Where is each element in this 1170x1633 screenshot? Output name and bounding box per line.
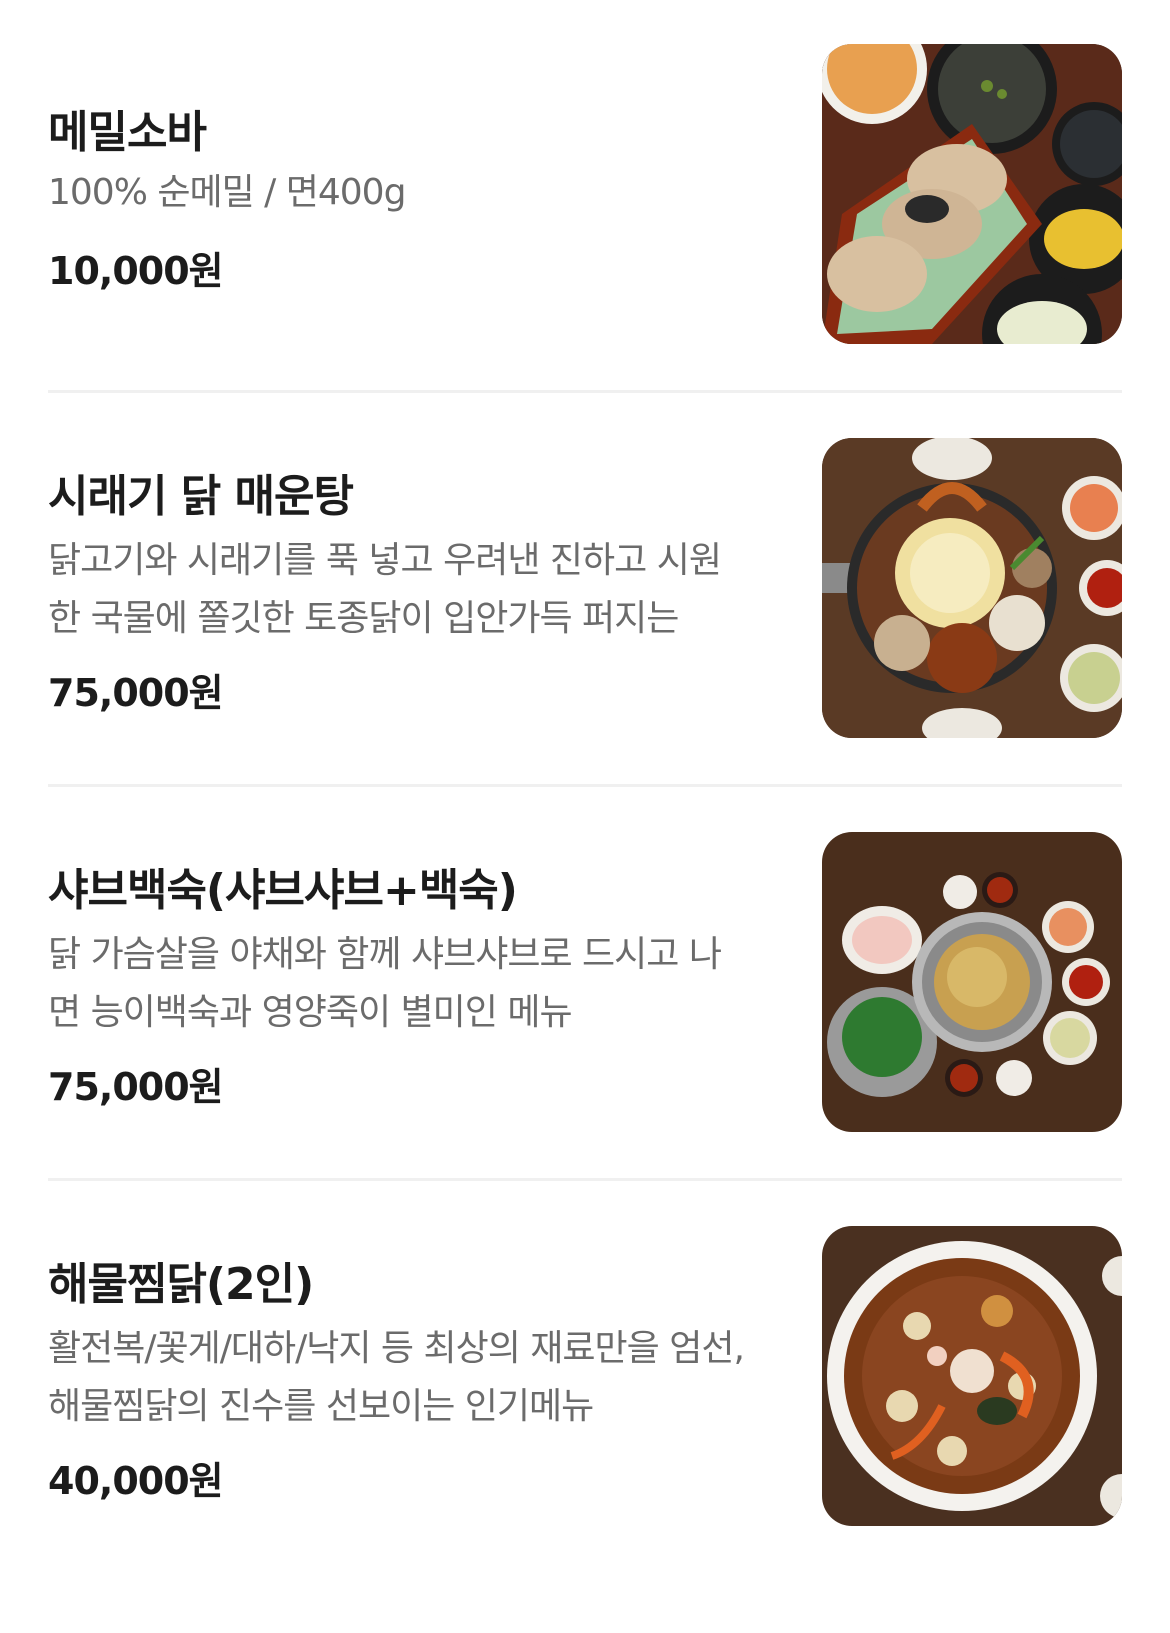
menu-item-price: 10,000원 bbox=[48, 249, 224, 293]
item-divider bbox=[48, 784, 1122, 787]
menu-item-shabu-baeksuk[interactable]: 샤브백숙(샤브샤브+백숙) 닭 가슴살을 야채와 함께 샤브샤브로 드시고 나면… bbox=[48, 832, 1122, 1232]
menu-item-price: 75,000원 bbox=[48, 671, 224, 715]
menu-item-description: 닭고기와 시래기를 푹 넣고 우려낸 진하고 시원한 국물에 쫄깃한 토종닭이 … bbox=[48, 540, 722, 639]
menu-item-seafood-jjimdak[interactable]: 해물찜닭(2인) 활전복/꽃게/대하/낙지 등 최상의 재료만을 엄선, 해물찜… bbox=[48, 1226, 1122, 1626]
menu-item-spicy-chicken-stew[interactable]: 시래기 닭 매운탕 닭고기와 시래기를 푹 넣고 우려낸 진하고 시원한 국물에… bbox=[48, 438, 1122, 838]
item-divider bbox=[48, 390, 1122, 393]
menu-item-soba[interactable]: 메밀소바 100% 순메밀 / 면400g 10,000원 bbox=[48, 44, 1122, 444]
menu-item-description: 활전복/꽃게/대하/낙지 등 최상의 재료만을 엄선, 해물찜닭의 진수를 선보… bbox=[48, 1328, 745, 1427]
chicken-stew-photo bbox=[822, 438, 1122, 738]
seafood-braised-chicken-photo bbox=[822, 1226, 1122, 1526]
soba-noodle-photo bbox=[822, 44, 1122, 344]
menu-item-name: 샤브백숙(샤브샤브+백숙) bbox=[48, 865, 518, 916]
shabu-shabu-photo bbox=[822, 832, 1122, 1132]
menu-item-description: 100% 순메밀 / 면400g bbox=[48, 172, 406, 213]
menu-item-price: 75,000원 bbox=[48, 1065, 224, 1109]
menu-item-name: 메밀소바 bbox=[48, 107, 207, 158]
menu-item-name: 시래기 닭 매운탕 bbox=[48, 471, 354, 522]
menu-item-price: 40,000원 bbox=[48, 1459, 224, 1503]
menu-item-name: 해물찜닭(2인) bbox=[48, 1259, 314, 1310]
item-divider bbox=[48, 1178, 1122, 1181]
menu-item-description: 닭 가슴살을 야채와 함께 샤브샤브로 드시고 나면 능이백숙과 영양죽이 별미… bbox=[48, 934, 722, 1033]
